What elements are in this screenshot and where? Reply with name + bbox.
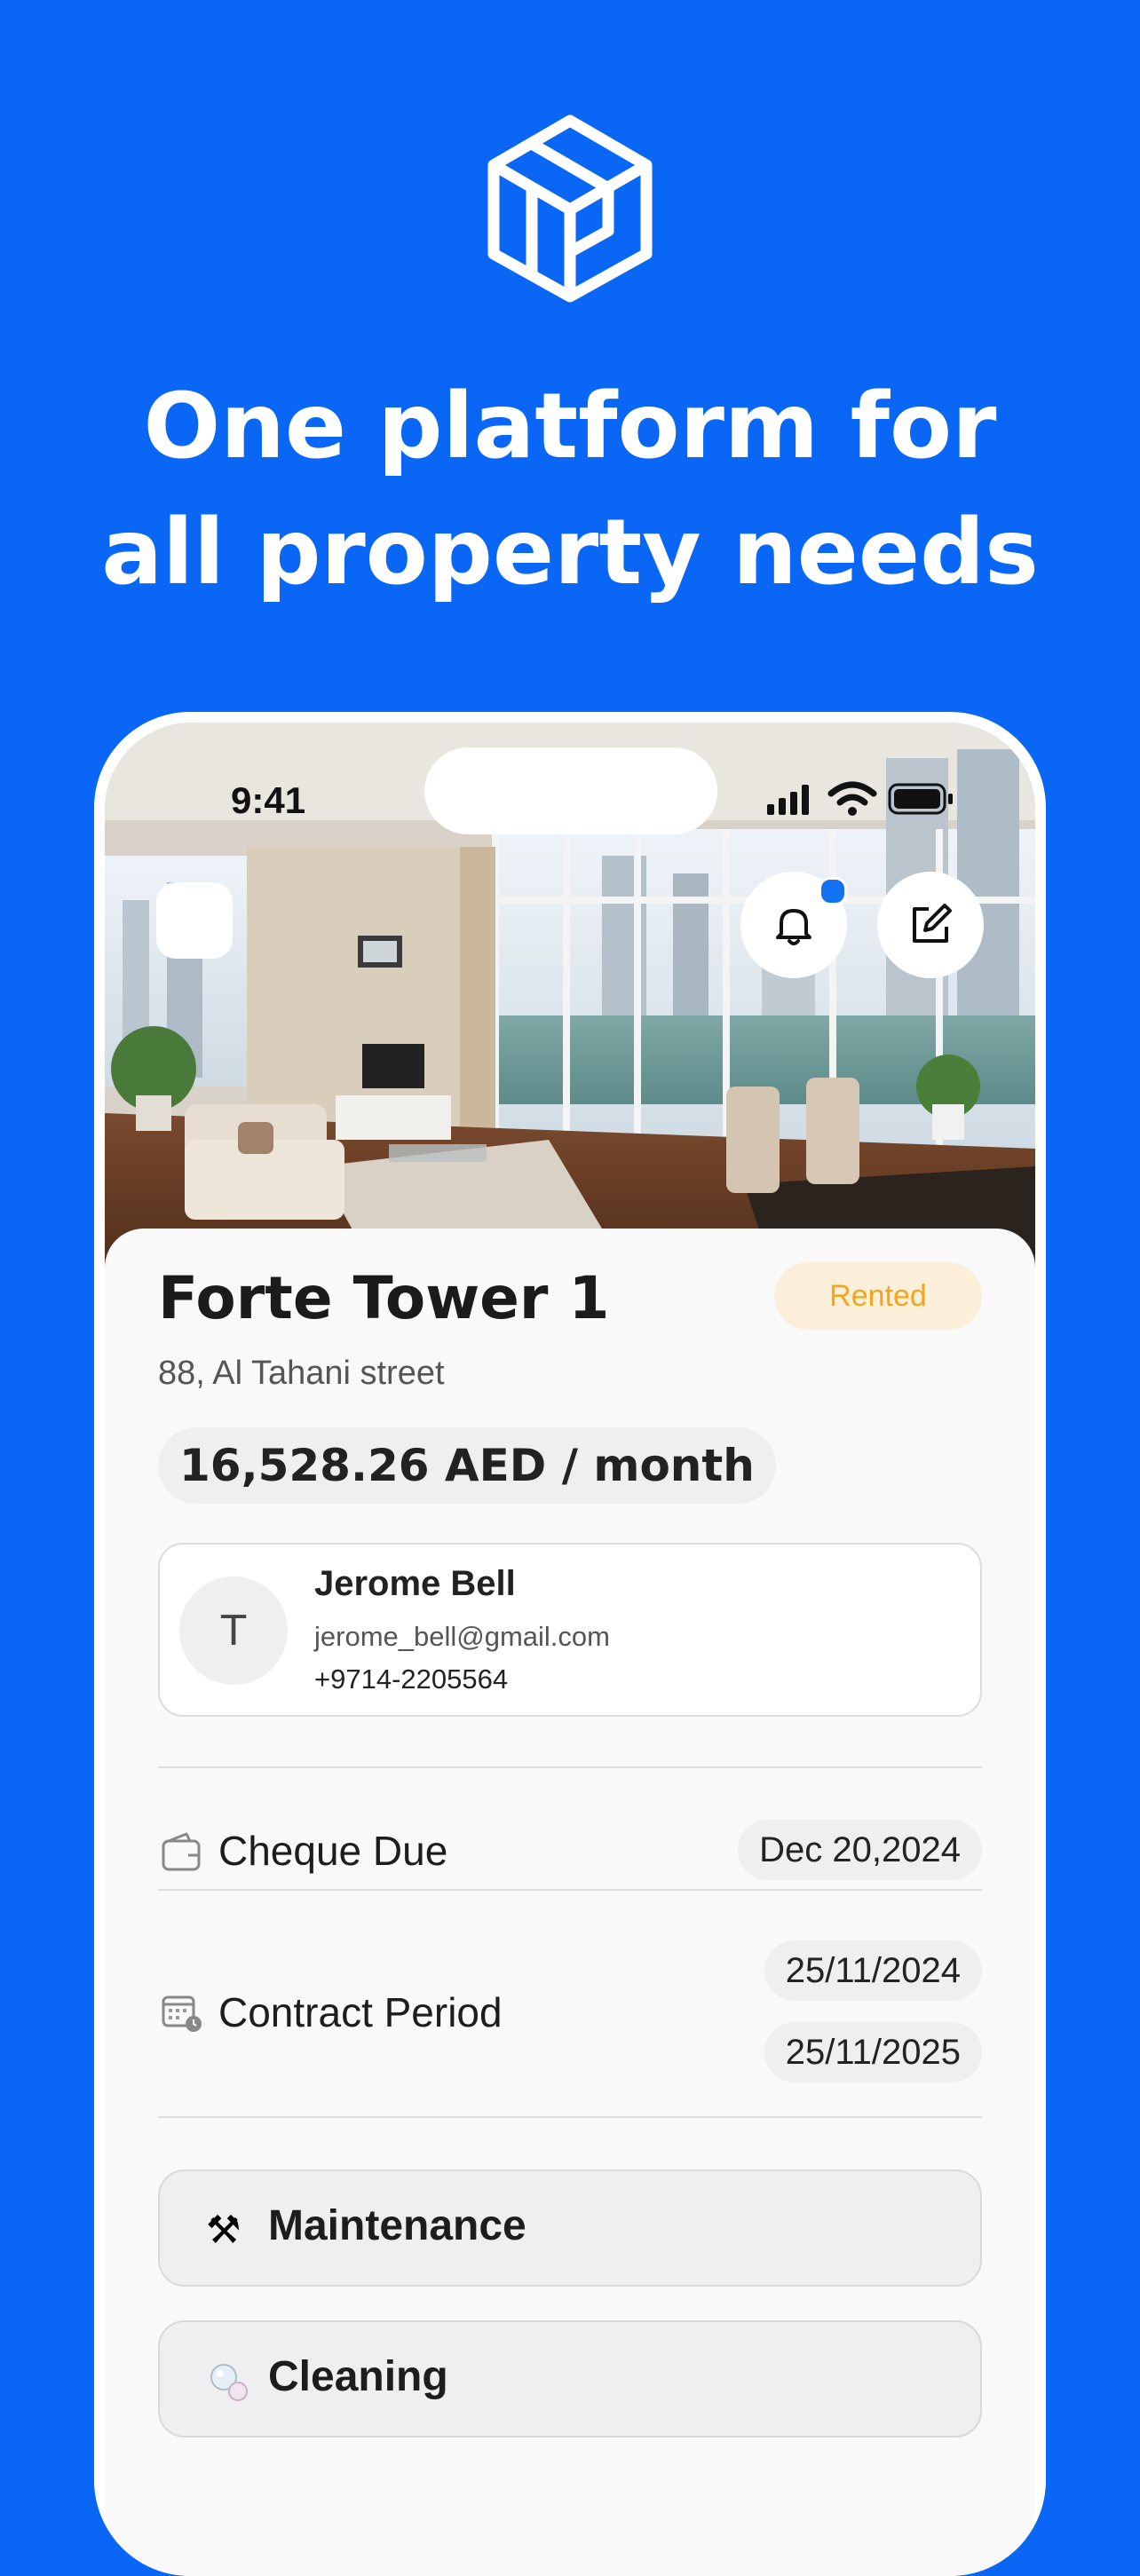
property-name: Forte Tower 1 [158, 1264, 610, 1332]
contract-start-date: 25/11/2024 [764, 1940, 982, 2001]
status-bar-time: 9:41 [231, 779, 306, 821]
wallet-icon [162, 1832, 201, 1871]
tools-icon: ⚒ [206, 2208, 241, 2253]
edit-icon [913, 904, 952, 943]
notification-dot [819, 877, 847, 905]
wifi-icon [827, 781, 877, 806]
divider [158, 1889, 982, 1891]
rent-price: 16,528.26 AED / month [158, 1427, 776, 1504]
tenant-card[interactable]: T Jerome Bell jerome_bell@gmail.com +971… [158, 1543, 982, 1717]
headline: One platform for all property needs [0, 364, 1140, 616]
battery-icon [888, 783, 953, 815]
divider [158, 2116, 982, 2118]
dynamic-island [424, 747, 717, 834]
calendar-clock-icon [162, 1995, 202, 2032]
divider [158, 1766, 982, 1768]
headline-line-1: One platform for [143, 374, 997, 479]
phone-frame: 9:41 Forte Tower 1 Rented 88, Al Tahani … [94, 712, 1046, 2576]
status-badge: Rented [774, 1262, 982, 1330]
status-bar-icons [767, 781, 953, 816]
contract-end-date: 25/11/2025 [764, 2022, 982, 2082]
cellular-signal-icon [767, 785, 809, 815]
cleaning-button[interactable]: Cleaning [158, 2320, 982, 2438]
property-details-card: Forte Tower 1 Rented 88, Al Tahani stree… [105, 1229, 1035, 2576]
edit-button[interactable] [877, 872, 984, 978]
cheque-due-date: Dec 20,2024 [738, 1820, 982, 1880]
app-screen: 9:41 Forte Tower 1 Rented 88, Al Tahani … [105, 723, 1035, 2576]
tenant-email[interactable]: jerome_bell@gmail.com [314, 1621, 610, 1653]
maintenance-label: Maintenance [268, 2202, 526, 2249]
maintenance-button[interactable]: ⚒ Maintenance [158, 2169, 982, 2287]
bell-icon [776, 909, 811, 945]
contract-period-label: Contract Period [218, 1989, 503, 2035]
cleaning-label: Cleaning [268, 2353, 448, 2400]
back-button[interactable] [156, 882, 233, 959]
cheque-due-label: Cheque Due [218, 1828, 448, 1874]
tenant-name: Jerome Bell [314, 1564, 516, 1603]
tenant-phone[interactable]: +9714-2205564 [314, 1663, 508, 1695]
headline-line-2: all property needs [101, 500, 1039, 605]
property-address: 88, Al Tahani street [158, 1355, 445, 1392]
brand-logo-icon [487, 115, 653, 303]
bubbles-icon [210, 2364, 248, 2401]
avatar: T [179, 1576, 288, 1685]
